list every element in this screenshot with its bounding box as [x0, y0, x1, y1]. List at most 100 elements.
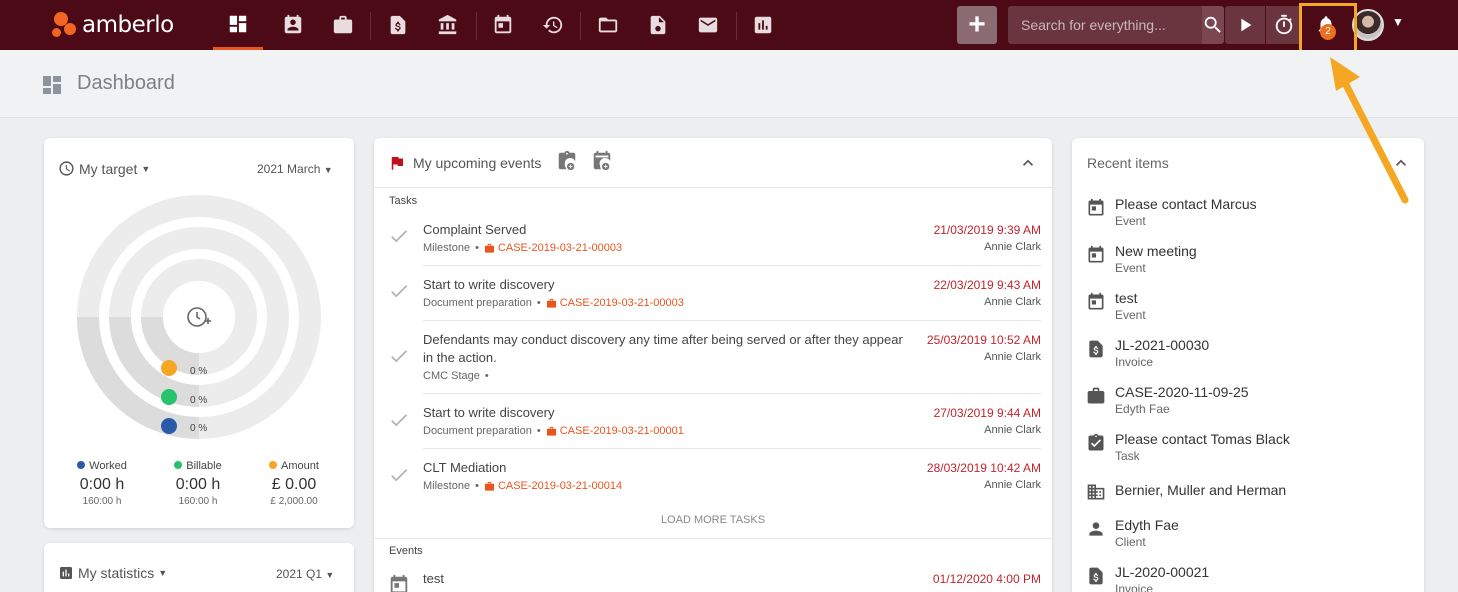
target-period-select[interactable]: 2021 March ▼: [257, 162, 333, 176]
caret-down-icon: ▼: [323, 165, 333, 175]
recent-item-subtitle: Event: [1115, 214, 1146, 228]
check-icon[interactable]: [388, 280, 410, 302]
task-meta: Document preparation • CASE-2019-03-21-00…: [423, 297, 684, 309]
legend-billable: Billable 0:00 h 160:00 h: [158, 460, 238, 507]
stopwatch-button[interactable]: [1266, 6, 1302, 44]
task-row[interactable]: Complaint Served Milestone • CASE-2019-03…: [374, 208, 1052, 263]
task-case-link[interactable]: CASE-2019-03-21-00003: [546, 297, 684, 309]
search-button[interactable]: [1202, 6, 1224, 44]
recent-item[interactable]: Please contact Tomas Black Task: [1086, 431, 1416, 471]
task-meta: Milestone • CASE-2019-03-21-00014: [423, 480, 623, 492]
event-date: 01/12/2020 4:00 PM: [932, 572, 1041, 586]
legend-amount: Amount £ 0.00 £ 2,000.00: [254, 460, 334, 507]
recent-item-title: test: [1115, 290, 1138, 306]
recent-item[interactable]: JL-2021-00030 Invoice: [1086, 337, 1416, 377]
cases-nav-icon[interactable]: [318, 0, 368, 50]
task-type: Document preparation: [423, 297, 532, 309]
add-task-icon[interactable]: [556, 150, 578, 172]
nav-separator: [580, 12, 581, 40]
folder-nav-icon[interactable]: [583, 0, 633, 50]
logo-text: amberlo: [82, 12, 174, 38]
nav-separator: [476, 12, 477, 40]
dashboard-icon: [40, 73, 64, 97]
bar-chart-icon: [60, 567, 72, 579]
check-icon[interactable]: [388, 345, 410, 367]
amberlo-logo[interactable]: amberlo: [52, 12, 174, 38]
task-case-label: CASE-2019-03-21-00001: [559, 425, 684, 437]
statistics-period-select[interactable]: 2021 Q1 ▼: [276, 567, 334, 581]
event-row[interactable]: test 01/12/2020 4:00 PM: [374, 558, 1052, 592]
my-statistics-dropdown[interactable]: My statistics ▼: [58, 565, 167, 581]
amount-target: £ 2,000.00: [270, 496, 318, 507]
task-icon: [1086, 433, 1106, 453]
task-date: 22/03/2019 9:43 AM: [933, 278, 1041, 292]
reports-nav-icon[interactable]: [738, 0, 788, 50]
recent-item[interactable]: CASE-2020-11-09-25 Edyth Fae: [1086, 384, 1416, 424]
invoices-nav-icon[interactable]: [373, 0, 423, 50]
task-case-link[interactable]: CASE-2019-03-21-00001: [546, 425, 684, 437]
task-type: Document preparation: [423, 425, 532, 437]
load-more-tasks-button[interactable]: LOAD MORE TASKS: [374, 514, 1052, 526]
briefcase-icon: [546, 426, 556, 436]
stopwatch-icon: [1275, 14, 1293, 35]
task-case-link[interactable]: CASE-2019-03-21-00003: [484, 242, 622, 254]
check-icon[interactable]: [388, 225, 410, 247]
recent-item[interactable]: Bernier, Muller and Herman: [1086, 482, 1416, 506]
amount-value: £ 0.00: [271, 476, 317, 493]
search-input[interactable]: [1008, 6, 1202, 44]
page-title: Dashboard: [77, 72, 175, 94]
task-title: Complaint Served: [423, 222, 527, 237]
calendar-icon: [1086, 245, 1106, 265]
task-user: Annie Clark: [984, 351, 1041, 363]
task-user: Annie Clark: [984, 241, 1041, 253]
bank-nav-icon[interactable]: [423, 0, 473, 50]
add-new-button[interactable]: +: [957, 6, 997, 44]
recent-item-title: Bernier, Muller and Herman: [1115, 482, 1287, 498]
task-case-link[interactable]: CASE-2019-03-21-00014: [484, 480, 622, 492]
task-row[interactable]: Start to write discovery Document prepar…: [374, 265, 1052, 320]
billable-target: 160:00 h: [178, 496, 218, 507]
upcoming-events-card: My upcoming events Tasks Complaint Serve…: [374, 138, 1052, 592]
calendar-icon: [1086, 292, 1106, 312]
chevron-up-icon[interactable]: [1018, 153, 1038, 173]
calendar-nav-icon[interactable]: [478, 0, 528, 50]
mail-nav-icon[interactable]: [683, 0, 733, 50]
recent-item-subtitle: Invoice: [1115, 582, 1154, 592]
billable-value: 0:00 h: [175, 476, 221, 493]
legend-dot: [174, 461, 183, 469]
task-title: Start to write discovery: [423, 277, 555, 292]
check-icon[interactable]: [388, 409, 410, 431]
chevron-down-icon[interactable]: ▼: [1392, 15, 1404, 29]
task-type: Milestone: [423, 242, 471, 254]
task-date: 28/03/2019 10:42 AM: [926, 461, 1041, 475]
task-row[interactable]: CLT Mediation Milestone • CASE-2019-03-21…: [374, 448, 1052, 503]
briefcase-icon: [1086, 386, 1106, 406]
my-target-card: My target ▼ 2021 March ▼ 0 % 0 % 0 % Wor…: [44, 138, 354, 528]
time-billing-nav-icon[interactable]: [528, 0, 578, 50]
invoice-icon: [1086, 339, 1106, 359]
task-row[interactable]: Start to write discovery Document prepar…: [374, 393, 1052, 448]
recent-item-subtitle: Task: [1115, 449, 1140, 463]
recent-item[interactable]: Edyth Fae Client: [1086, 517, 1416, 557]
recent-item[interactable]: test Event: [1086, 290, 1416, 330]
dashboard-nav-icon[interactable]: [213, 0, 263, 50]
recent-item-title: CASE-2020-11-09-25: [1115, 384, 1249, 400]
recent-item-subtitle: Client: [1115, 535, 1146, 549]
worked-value: 0:00 h: [79, 476, 125, 493]
start-timer-button[interactable]: [1225, 6, 1265, 44]
contacts-nav-icon[interactable]: [268, 0, 318, 50]
add-event-icon[interactable]: [591, 150, 613, 172]
documents-settings-nav-icon[interactable]: [633, 0, 683, 50]
nav-separator: [370, 12, 371, 40]
recent-item[interactable]: New meeting Event: [1086, 243, 1416, 283]
amount-ring-percent: 0 %: [190, 366, 208, 377]
global-search: [1008, 6, 1224, 44]
task-row[interactable]: Defendants may conduct discovery any tim…: [374, 320, 1052, 393]
recent-item-title: Please contact Tomas Black: [1115, 431, 1290, 447]
recent-item[interactable]: JL-2020-00021 Invoice: [1086, 564, 1416, 592]
my-target-title: My target: [79, 160, 138, 177]
my-target-dropdown[interactable]: My target ▼: [58, 160, 150, 177]
statistics-period-value: 2021 Q1: [276, 567, 323, 581]
check-icon[interactable]: [388, 464, 410, 486]
legend-dot: [269, 461, 278, 469]
